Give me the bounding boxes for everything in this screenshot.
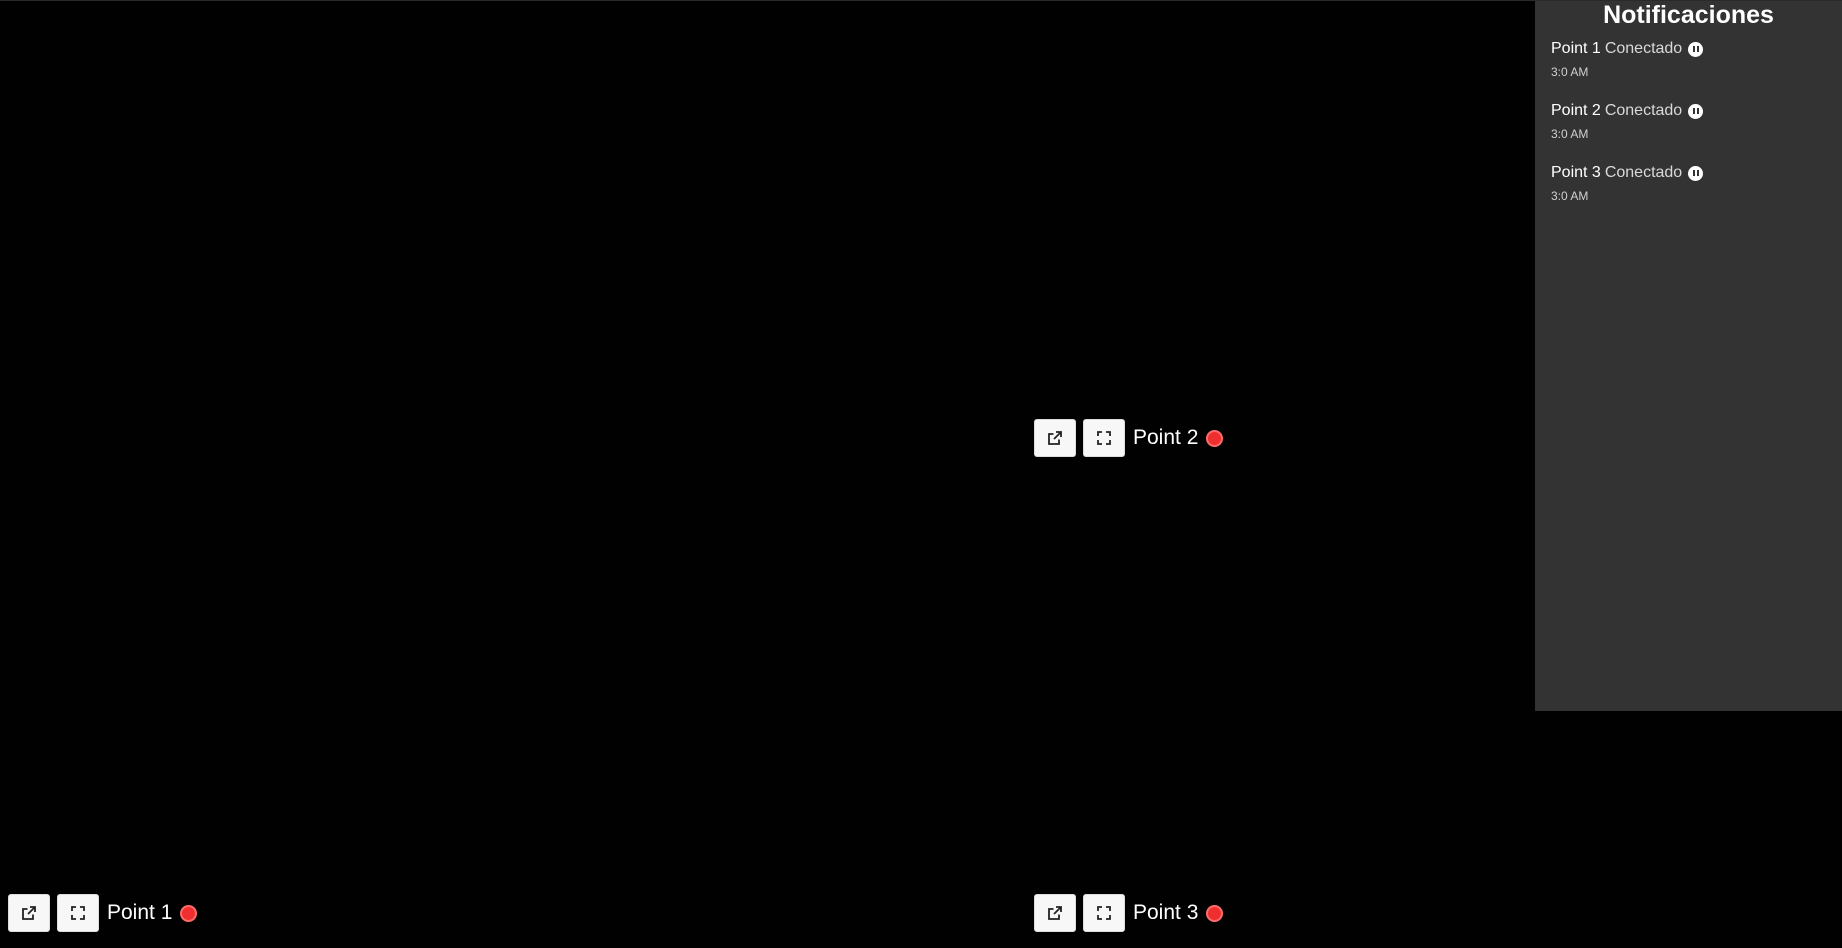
notification-status: Conectado <box>1604 164 1683 181</box>
recording-status-dot <box>1206 904 1224 922</box>
fullscreen-button[interactable] <box>1083 419 1125 457</box>
notification-line: Point 1 Conectado <box>1551 37 1842 61</box>
notification-point: Point 3 <box>1551 164 1601 181</box>
notification-point: Point 2 <box>1551 102 1601 119</box>
notification-line: Point 2 Conectado <box>1551 99 1842 123</box>
fullscreen-icon <box>1097 906 1111 920</box>
external-link-icon <box>1048 431 1062 445</box>
camera-label: Point 1 <box>107 901 173 924</box>
camera-controls-point-3: Point 3 <box>1034 894 1224 932</box>
pause-icon[interactable] <box>1688 103 1704 119</box>
pause-icon[interactable] <box>1688 165 1704 181</box>
notification-item: Point 1 Conectado 3:0 AM <box>1551 37 1842 81</box>
notification-line: Point 3 Conectado <box>1551 161 1842 185</box>
recording-status-dot <box>1206 429 1224 447</box>
camera-controls-point-2: Point 2 <box>1034 419 1224 457</box>
notifications-title: Notificaciones <box>1603 1 1774 29</box>
camera-label: Point 3 <box>1133 901 1199 924</box>
fullscreen-button[interactable] <box>1083 894 1125 932</box>
notification-time: 3:0 AM <box>1551 65 1589 79</box>
notifications-list: Point 1 Conectado 3:0 AM Point 2 Conecta… <box>1535 31 1842 205</box>
notification-item: Point 3 Conectado 3:0 AM <box>1551 161 1842 205</box>
camera-label: Point 2 <box>1133 426 1199 449</box>
open-in-new-window-button[interactable] <box>1034 419 1076 457</box>
recording-status-dot <box>180 904 198 922</box>
camera-controls-point-1: Point 1 <box>8 894 198 932</box>
fullscreen-icon <box>1097 431 1111 445</box>
notification-item: Point 2 Conectado 3:0 AM <box>1551 99 1842 143</box>
open-in-new-window-button[interactable] <box>8 894 50 932</box>
pause-icon[interactable] <box>1688 41 1704 57</box>
external-link-icon <box>22 906 36 920</box>
notification-time: 3:0 AM <box>1551 127 1589 141</box>
external-link-icon <box>1048 906 1062 920</box>
fullscreen-button[interactable] <box>57 894 99 932</box>
open-in-new-window-button[interactable] <box>1034 894 1076 932</box>
notification-time: 3:0 AM <box>1551 189 1589 203</box>
notification-status: Conectado <box>1604 102 1683 119</box>
fullscreen-icon <box>71 906 85 920</box>
notification-status: Conectado <box>1604 40 1683 57</box>
notifications-panel: Notificaciones Point 1 Conectado 3:0 AM … <box>1535 1 1842 711</box>
notification-point: Point 1 <box>1551 40 1601 57</box>
